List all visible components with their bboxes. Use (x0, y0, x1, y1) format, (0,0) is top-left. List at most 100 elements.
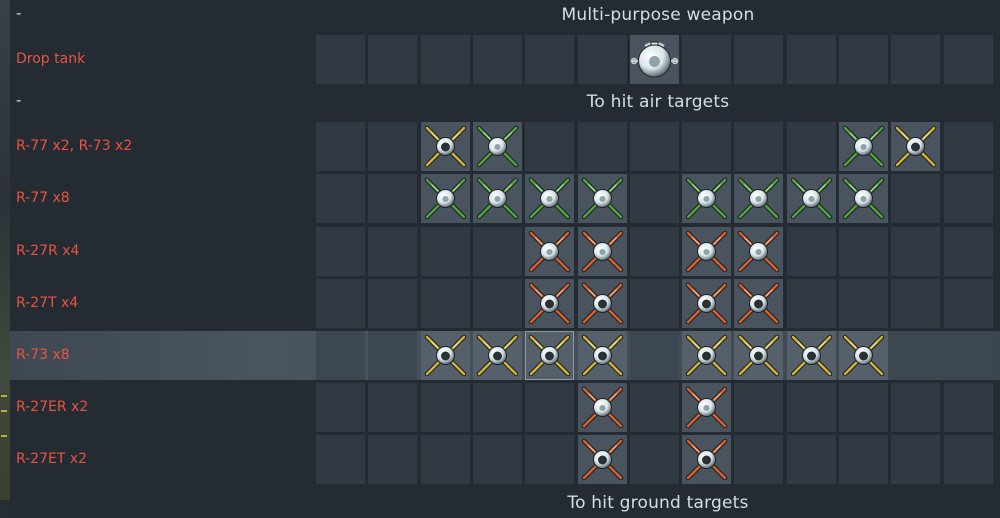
empty-slot (629, 278, 679, 328)
weapon-slot[interactable] (525, 174, 575, 224)
r-77-missile-icon (685, 178, 728, 220)
weapon-slot[interactable] (577, 331, 627, 380)
empty-slot (316, 383, 365, 433)
empty-slot (629, 435, 679, 485)
r-73-missile-icon (581, 334, 623, 377)
section-title: Multi-purpose weapon (561, 5, 755, 25)
preset-label: R-77 x8 (16, 190, 70, 207)
preset-row[interactable]: R-27ET x2 (10, 435, 1000, 485)
r-73-missile-icon (424, 125, 466, 168)
weapon-slot[interactable] (682, 383, 732, 433)
empty-slot (891, 278, 941, 328)
weapon-slot[interactable] (525, 331, 575, 380)
weapon-slot[interactable] (420, 331, 470, 380)
empty-slot (786, 383, 836, 433)
preset-row[interactable]: R-27R x4 (10, 226, 1000, 276)
section-toggle[interactable]: - (16, 91, 21, 109)
empty-slot (316, 35, 365, 84)
weapon-slot[interactable] (629, 35, 679, 84)
empty-slot (839, 383, 888, 433)
r-73-missile-icon (424, 334, 466, 377)
weapon-slot[interactable] (734, 174, 784, 224)
r-77-missile-icon (581, 178, 623, 220)
empty-slot (525, 122, 575, 172)
weapon-slot[interactable] (839, 331, 888, 380)
empty-slot (891, 226, 941, 276)
empty-slot (891, 435, 941, 485)
empty-slot (839, 435, 888, 485)
empty-slot (734, 35, 784, 84)
weapon-slot[interactable] (472, 174, 522, 224)
r-77-missile-icon (790, 178, 832, 220)
weapon-slot[interactable] (577, 435, 627, 485)
preset-label: R-77 x2, R-73 x2 (16, 138, 133, 155)
preset-row[interactable]: R-27ER x2 (10, 383, 1000, 433)
empty-slot (891, 383, 941, 433)
section-header: - To hit air targets (10, 87, 1000, 118)
empty-slot (525, 35, 575, 84)
section-title: To hit air targets (586, 92, 730, 113)
empty-slot (943, 435, 993, 485)
r-27et-missile-icon (685, 439, 728, 481)
preset-row[interactable]: R-27T x4 (10, 278, 1000, 328)
preset-row[interactable]: R-73 x8 (10, 331, 1000, 380)
weapon-slot[interactable] (891, 122, 941, 172)
weapon-slot[interactable] (577, 226, 627, 276)
weapon-slot[interactable] (525, 278, 575, 328)
weapon-slot[interactable] (420, 122, 470, 172)
empty-slot (525, 383, 575, 433)
drop-tank-icon (630, 41, 679, 78)
empty-slot (316, 331, 365, 380)
empty-slot (420, 226, 470, 276)
section-header: - Multi-purpose weapon (10, 0, 1000, 30)
weapon-slot[interactable] (682, 331, 732, 380)
weapon-slot[interactable] (525, 226, 575, 276)
empty-slot (420, 435, 470, 485)
weapon-slot[interactable] (472, 331, 522, 380)
weapon-slot[interactable] (786, 174, 836, 224)
empty-slot (368, 122, 418, 172)
weapon-slot[interactable] (786, 331, 836, 380)
weapon-slot[interactable] (734, 331, 784, 380)
empty-slot (629, 122, 679, 172)
r-77-missile-icon (528, 178, 571, 220)
empty-slot (368, 383, 418, 433)
r-77-missile-icon (738, 178, 780, 220)
weapon-slot[interactable] (682, 278, 732, 328)
empty-slot (839, 35, 888, 84)
empty-slot (891, 35, 941, 84)
empty-slot (368, 278, 418, 328)
weapon-slot[interactable] (682, 174, 732, 224)
preset-row[interactable]: R-77 x2, R-73 x2 (10, 122, 1000, 172)
weapon-slot[interactable] (734, 278, 784, 328)
weapon-slot[interactable] (472, 122, 522, 172)
empty-slot (368, 331, 418, 380)
empty-slot (629, 383, 679, 433)
weapon-slot[interactable] (839, 174, 888, 224)
empty-slot (472, 226, 522, 276)
empty-slot (943, 122, 993, 172)
r-77-missile-icon (842, 125, 885, 168)
weapon-slot[interactable] (577, 278, 627, 328)
section-title: To hit ground targets (567, 492, 749, 513)
empty-slot (316, 122, 365, 172)
empty-slot (943, 174, 993, 224)
empty-slot (786, 35, 836, 84)
weapon-slot[interactable] (420, 174, 470, 224)
r-27r-missile-icon (685, 230, 728, 272)
r-77-missile-icon (476, 178, 519, 220)
weapon-slot[interactable] (577, 383, 627, 433)
weapon-slot[interactable] (682, 226, 732, 276)
weapon-slot[interactable] (839, 122, 888, 172)
empty-slot (734, 435, 784, 485)
preset-row[interactable]: Drop tank (10, 35, 1000, 84)
empty-slot (472, 383, 522, 433)
weapon-slot[interactable] (682, 435, 732, 485)
r-27r-missile-icon (738, 230, 780, 272)
preset-row[interactable]: R-77 x8 (10, 174, 1000, 224)
section-header: To hit ground targets (10, 487, 1000, 518)
weapon-slot[interactable] (734, 226, 784, 276)
section-toggle[interactable]: - (16, 4, 21, 22)
r-77-missile-icon (842, 178, 885, 220)
weapon-slot[interactable] (577, 174, 627, 224)
